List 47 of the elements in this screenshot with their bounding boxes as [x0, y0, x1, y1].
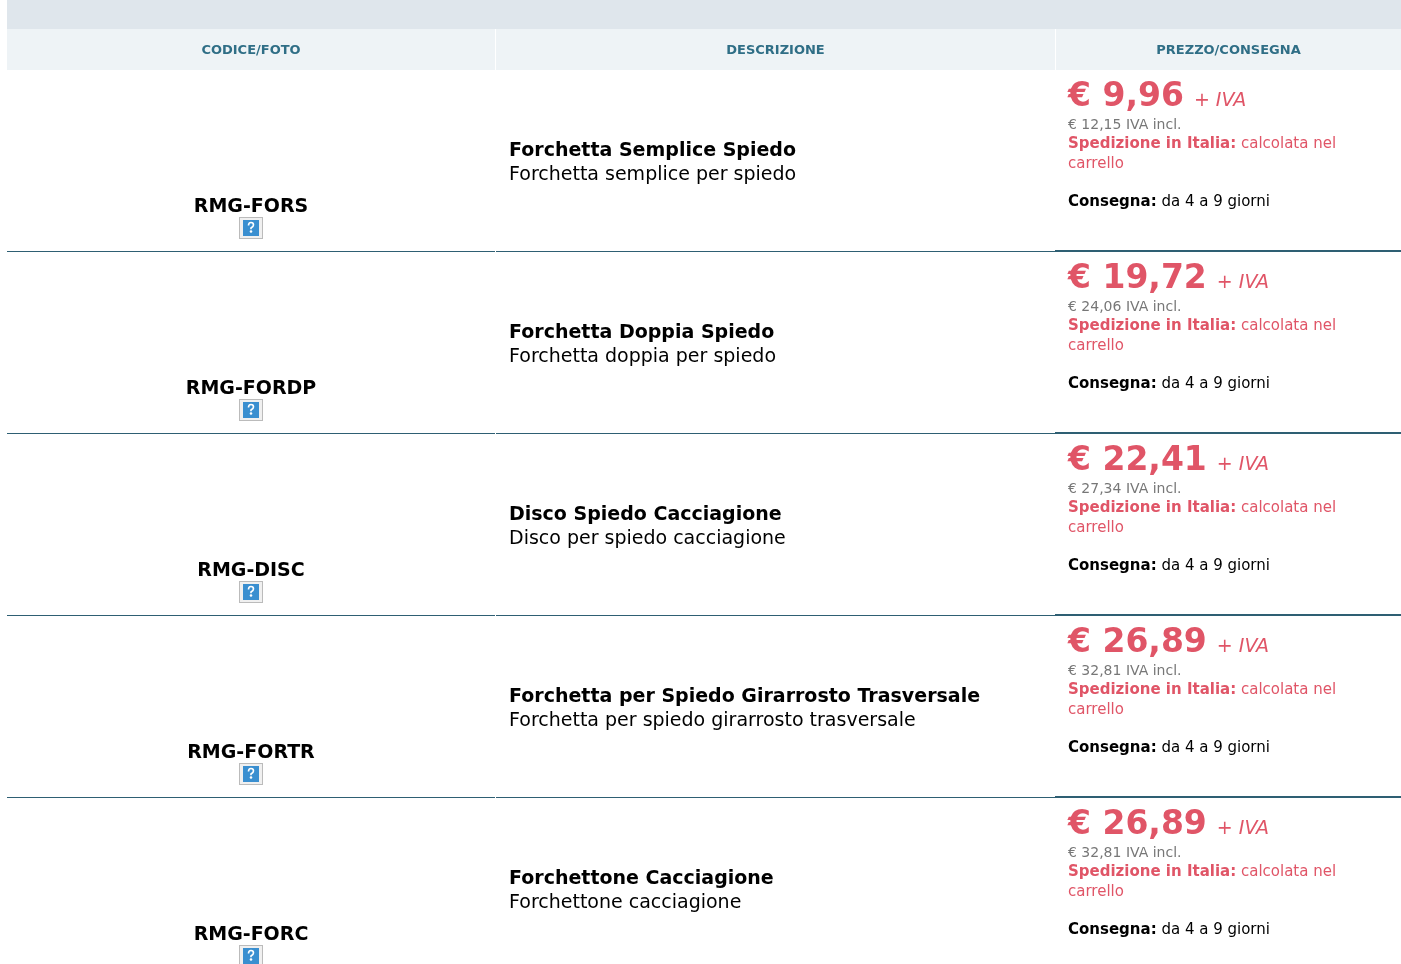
shipping-info: Spedizione in Italia: calcolata nel carrello — [1068, 133, 1338, 173]
price-with-vat: € 32,81 IVA incl. — [1068, 661, 1183, 679]
broken-image-icon — [239, 763, 263, 785]
column-header: PREZZO/CONSEGNA — [1056, 29, 1401, 70]
price-with-vat: € 12,15 IVA incl. — [1068, 115, 1183, 133]
product-title: Forchetta Semplice Spiedo — [509, 136, 797, 161]
delivery-info: Consegna: da 4 a 9 giorni — [1068, 737, 1271, 757]
delivery-info: Consegna: da 4 a 9 giorni — [1068, 919, 1271, 939]
delivery-info: Consegna: da 4 a 9 giorni — [1068, 555, 1271, 575]
price: € 26,89 — [1068, 803, 1207, 843]
product-code: RMG-FORDP — [185, 375, 317, 399]
price-note: + IVA — [1216, 633, 1270, 658]
shipping-info: Spedizione in Italia: calcolata nel carrello — [1068, 861, 1338, 901]
broken-image-icon — [239, 217, 263, 239]
product-code: RMG-FORC — [193, 921, 309, 945]
column-header: CODICE/FOTO — [7, 29, 495, 70]
shipping-info: Spedizione in Italia: calcolata nel carrello — [1068, 679, 1338, 719]
product-description: Forchetta per spiedo girarrosto trasversale — [509, 706, 917, 731]
product-title: Forchetta Doppia Spiedo — [509, 318, 776, 343]
shipping-info: Spedizione in Italia: calcolata nel carrello — [1068, 315, 1338, 355]
product-title: Forchetta per Spiedo Girarrosto Trasversale — [509, 682, 982, 707]
broken-image-icon — [239, 399, 263, 421]
product-title: Forchettone Cacciagione — [509, 864, 775, 889]
product-code: RMG-FORTR — [187, 739, 315, 763]
price-with-vat: € 27,34 IVA incl. — [1068, 479, 1183, 497]
product-description: Forchetta semplice per spiedo — [509, 160, 798, 185]
column-header: DESCRIZIONE — [496, 29, 1055, 70]
product-title: Disco Spiedo Cacciagione — [509, 500, 783, 525]
broken-image-icon — [239, 581, 263, 603]
product-description: Disco per spiedo cacciagione — [509, 524, 787, 549]
price: € 22,41 — [1068, 439, 1207, 479]
product-description: Forchettone cacciagione — [509, 888, 743, 913]
delivery-info: Consegna: da 4 a 9 giorni — [1068, 373, 1271, 393]
price-note: + IVA — [1216, 451, 1270, 476]
price-note: + IVA — [1216, 815, 1270, 840]
product-code: RMG-FORS — [193, 193, 309, 217]
product-code: RMG-DISC — [197, 557, 305, 581]
price: € 9,96 — [1068, 75, 1184, 115]
delivery-info: Consegna: da 4 a 9 giorni — [1068, 191, 1271, 211]
price-with-vat: € 24,06 IVA incl. — [1068, 297, 1183, 315]
product-description: Forchetta doppia per spiedo — [509, 342, 777, 367]
price: € 19,72 — [1068, 257, 1207, 297]
price-note: + IVA — [1216, 269, 1270, 294]
shipping-info: Spedizione in Italia: calcolata nel carrello — [1068, 497, 1338, 537]
price: € 26,89 — [1068, 621, 1207, 661]
price-with-vat: € 32,81 IVA incl. — [1068, 843, 1183, 861]
price-note: + IVA — [1193, 87, 1247, 112]
